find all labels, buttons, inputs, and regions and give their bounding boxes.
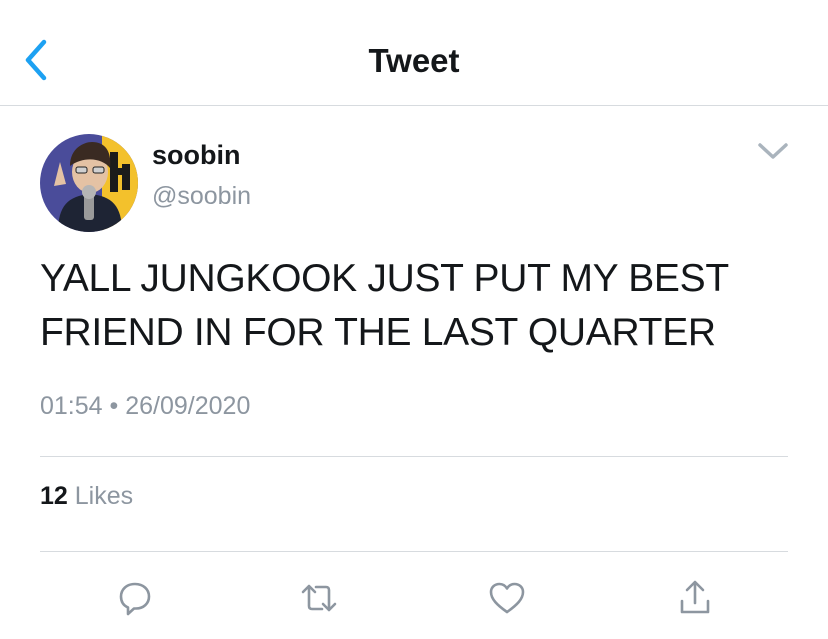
likes-count: 12	[40, 482, 68, 510]
reply-icon	[119, 582, 151, 616]
likes-label: Likes	[74, 482, 134, 510]
retweet-icon	[301, 584, 337, 612]
share-icon	[680, 580, 710, 614]
share-button[interactable]	[675, 578, 715, 618]
divider	[40, 456, 788, 457]
more-options-button[interactable]	[752, 135, 794, 169]
page-title: Tweet	[368, 42, 460, 79]
like-button[interactable]	[487, 578, 527, 618]
tweet-date: 26/09/2020	[125, 392, 251, 420]
tweet-text: YALL JUNGKOOK JUST PUT MY BEST FRIEND IN …	[40, 252, 800, 360]
likes-count-link[interactable]: 12 Likes	[40, 482, 133, 511]
heart-icon	[489, 582, 525, 614]
author-handle[interactable]: @soobin	[152, 182, 251, 211]
retweet-button[interactable]	[299, 578, 339, 618]
author-name[interactable]: soobin	[152, 140, 241, 171]
divider	[40, 551, 788, 552]
chevron-down-icon	[758, 143, 788, 159]
tweet-text-line-2: FRIEND IN FOR THE LAST QUARTER	[40, 311, 716, 354]
tweet-time: 01:54	[40, 392, 103, 420]
reply-button[interactable]	[115, 578, 155, 618]
tweet-text-line-1: YALL JUNGKOOK JUST PUT MY BEST	[40, 257, 729, 300]
avatar[interactable]	[40, 134, 138, 232]
top-bar: Tweet	[0, 0, 828, 106]
tweet-timestamp: 01:54 • 26/09/2020	[40, 392, 250, 421]
timestamp-separator: •	[109, 392, 119, 420]
